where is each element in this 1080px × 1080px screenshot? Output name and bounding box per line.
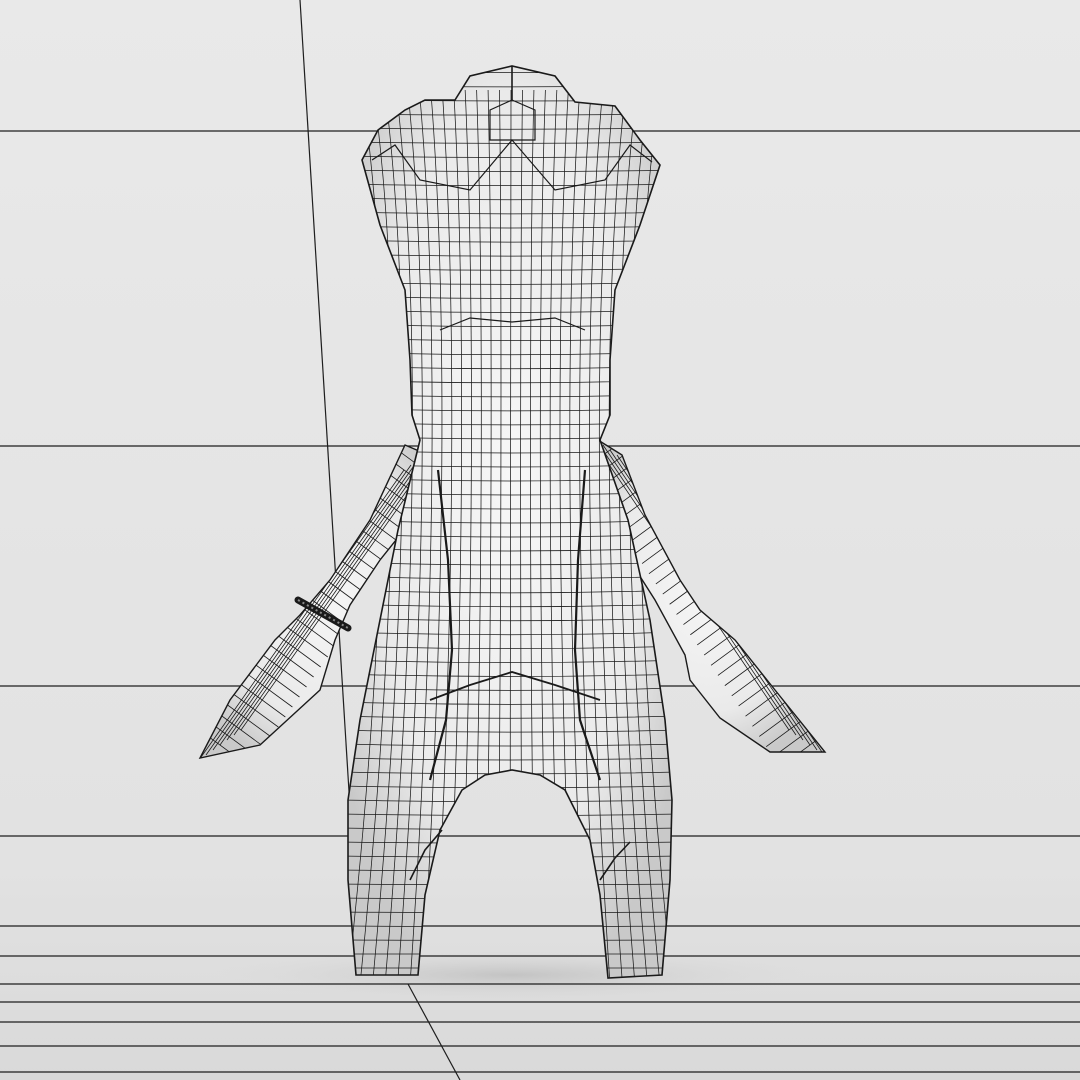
contact-shadow	[212, 949, 812, 1001]
render-viewport	[0, 0, 1080, 1080]
wireframe-render	[0, 0, 1080, 1080]
